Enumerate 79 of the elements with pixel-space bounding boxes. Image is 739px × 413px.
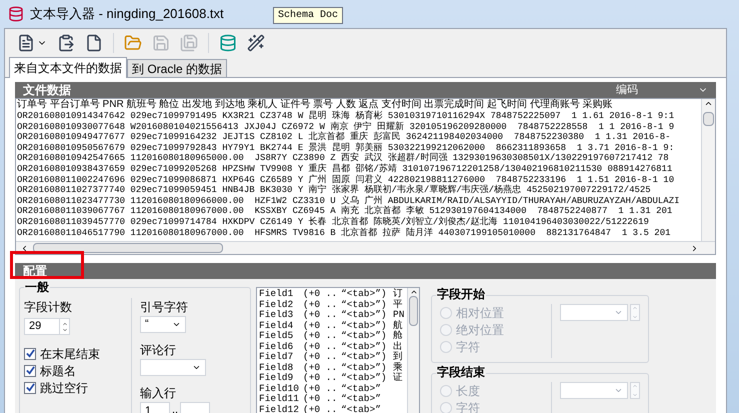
group-title: 一般 [24, 280, 50, 294]
scroll-up-icon[interactable] [704, 99, 713, 108]
field-list-item[interactable]: Field5 (+0 .. “<tab>”) 舱 [259, 331, 407, 342]
tab[interactable]: 到 Oracle 的数据 [127, 59, 228, 77]
tooltip: Schema Doc [273, 7, 344, 24]
field-label: 引号字符 [140, 299, 189, 316]
section-title: 文件数据 [23, 82, 71, 99]
scroll-thumb[interactable] [409, 296, 418, 326]
checkbox[interactable] [24, 348, 36, 360]
radio-label: 相对位置 [456, 304, 504, 322]
data-line: OR201608011023477730 112016080180966000.00 HZF1W2 CZ3310 U 义乌 广州 ABDULKARIM/RAID/ALSAYYID/THURAYAH/ABURUZAYZAH/ABDULAZI [17, 196, 680, 206]
caret-icon [614, 308, 623, 317]
field-label: 输入行 [140, 385, 177, 402]
checkbox[interactable] [24, 382, 36, 394]
field-list-item[interactable]: Field2 (+0 .. “<tab>”) 平 [259, 300, 407, 310]
scroll-up-icon[interactable] [410, 288, 418, 296]
data-line: OR201608010942547665 112016080180965000.00 JS8R7Y CZ3890 Z 西安 武汉 张超群/时同强 13293019630308501X/130229197607217412 78 [17, 153, 669, 164]
field-list-item[interactable]: Field7 (+0 .. “<tab>”) 到 [259, 352, 407, 362]
data-line: OR201608011002247696 029ec71099086871 HXP64G CZ6589 Y 广州 固原 闫君义 422802198811276000 7848752233196 1 1.51 2016-8-1 10 [17, 174, 674, 185]
data-line: OR201608010914347642 029ec71099791495 KX3R21 CZ3748 W 昆明 珠海 杨育彬 53010319710116294X 7848752225097 1 1.61 2016-8-1 9:1 [17, 111, 674, 122]
group-title: 字段开始 [436, 287, 486, 301]
dropdown[interactable]: “ [140, 316, 186, 333]
number-spinner[interactable]: 29 [24, 318, 70, 335]
field-label: 评论行 [140, 342, 177, 359]
radio-label: 字符 [456, 338, 480, 356]
vertical-scrollbar[interactable] [407, 288, 419, 413]
scroll-left-icon[interactable] [20, 244, 29, 252]
group-title: 字段结束 [436, 365, 486, 379]
paste-icon [57, 34, 75, 52]
data-line: OR201608010930077648 W2016080104021556413 JXJ04J CZ6972 W 南京 伊宁 田耀新 320105196209280000 7848752228558 1 1 2016-8-1 9 [17, 122, 674, 132]
field-list-item[interactable]: Field10 (+0 .. “<tab>” [259, 384, 407, 394]
field-label: 字段计数 [24, 299, 73, 316]
data-line: OR201608010938437659 029ec71099205268 HPZSHW TV9908 Y 重庆 昌都 邵铭/苏靖 310107196712201258/130402196810211530 088914276811 [17, 164, 672, 174]
field-list-item[interactable]: Field4 (+0 .. “<tab>”) 航 [259, 320, 407, 331]
field-list-item[interactable]: Field6 (+0 .. “<tab>”) 出 [259, 342, 407, 352]
data-line: OR201608011046517790 112016080180967000.00 HFSMRS TV9816 B 北京首都 拉萨 陆月洋 440307199105010000 882131764847 1 3.5 201 [17, 228, 670, 238]
field-list-item[interactable]: Field11 (+0 .. “<tab>” [259, 394, 407, 404]
tab[interactable]: 来自文本文件的数据 [9, 57, 127, 78]
horizontal-scrollbar[interactable] [16, 241, 715, 254]
folder-icon [124, 34, 142, 52]
data-line: OR201608010950567679 029ec71099792843 HY79Y1 BK2744 E 景洪 昆明 郭美丽 530322199212062000 8662311893658 1 3.71 2016-8-1 9: [17, 142, 674, 153]
checkbox[interactable] [24, 364, 36, 376]
new-file-icon [85, 34, 103, 52]
field-list-item[interactable]: Field8 (+0 .. “<tab>”) 乘 [259, 362, 407, 373]
database-icon [219, 34, 237, 52]
data-line: OR201608010949477677 029ec71099164232 JEJT1S CZ8102 L 北京首都 重庆 彭富民 362421198402034000 7848752230380 1 1.31 2016-8- [17, 132, 670, 142]
save-all-icon [180, 34, 198, 52]
radio-label: 绝对位置 [456, 322, 504, 338]
caret-icon [172, 320, 181, 329]
data-line: OR201608011039457770 029ec71099714784 HXKDPV CZ6149 Y 长春 北京首都 陈晓英/刘智立/刘俊杰/赵北海 110104196403030022/51222619 [17, 216, 649, 228]
open-file-icon [17, 34, 35, 52]
caret-icon [614, 386, 623, 395]
app-icon [8, 6, 24, 22]
caret-icon [192, 363, 201, 372]
scroll-right-icon[interactable] [690, 244, 699, 252]
data-line: OR201608011027377740 029ec71099059451 HNB4JB BK3030 Y 南宁 张家界 杨联初/韦永泉/覃晓辉/韦庆强/杨燕忠 452502197007229172/4525 [17, 185, 651, 196]
checkbox-label: 在末尾结束 [40, 346, 100, 362]
spinner-value: 29 [28, 319, 42, 334]
scroll-thumb[interactable] [703, 112, 714, 126]
save-icon [152, 34, 170, 52]
data-line: OR201608011039067767 112016080180967000.00 KSSXBY CZ6945 A 南充 北京首都 李敏 512930197604134000 7848752240877 1 1.31 201 [17, 206, 672, 216]
field-list[interactable] [256, 287, 420, 413]
scroll-thumb[interactable] [33, 243, 223, 253]
magic-wand-icon [247, 34, 265, 52]
field-list-item[interactable]: Field9 (+0 .. “<tab>”) 证 [259, 373, 407, 384]
dropdown[interactable] [140, 359, 206, 376]
field-list-item[interactable]: Field3 (+0 .. “<tab>”) PN [259, 310, 407, 320]
dropdown-value: “ [145, 317, 150, 332]
radio-label: 字符 [456, 400, 480, 413]
vertical-scrollbar[interactable] [701, 99, 715, 241]
dropdown[interactable] [560, 382, 628, 399]
window-title: 文本导入器 - ningding_201608.txt [30, 5, 224, 24]
dropdown[interactable] [560, 304, 628, 321]
checkbox-label: 跳过空行 [40, 380, 88, 396]
field-list-item[interactable]: Field1 (+0 .. “<tab>”) 订 [259, 289, 407, 300]
range-separator: .. [172, 403, 178, 413]
radio-label: 长度 [456, 382, 480, 400]
checkbox-label: 标题名 [40, 362, 76, 380]
encoding-label: 编码 [616, 82, 638, 98]
